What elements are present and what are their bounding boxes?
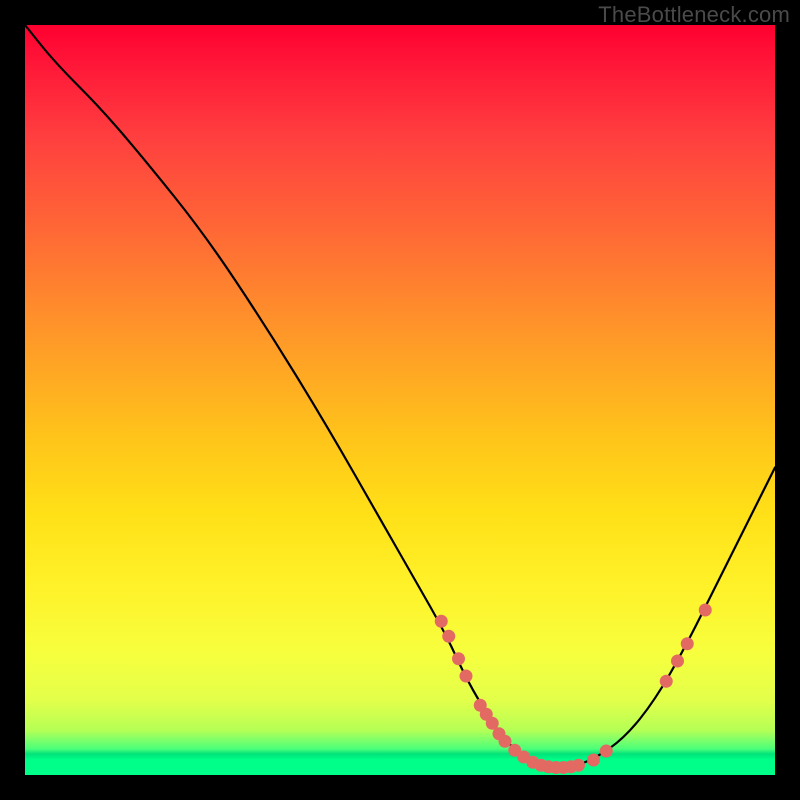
curve-svg: [25, 25, 775, 775]
curve-marker: [460, 670, 473, 683]
curve-markers: [435, 604, 712, 775]
curve-marker: [660, 675, 673, 688]
curve-marker: [452, 652, 465, 665]
watermark-text: TheBottleneck.com: [598, 2, 790, 28]
curve-marker: [572, 759, 585, 772]
curve-marker: [671, 655, 684, 668]
curve-marker: [587, 754, 600, 767]
chart-frame: TheBottleneck.com: [0, 0, 800, 800]
curve-marker: [499, 735, 512, 748]
curve-marker: [442, 630, 455, 643]
curve-marker: [435, 615, 448, 628]
plot-area: [25, 25, 775, 775]
curve-marker: [699, 604, 712, 617]
curve-marker: [681, 637, 694, 650]
curve-marker: [600, 745, 613, 758]
bottleneck-curve: [25, 25, 775, 767]
